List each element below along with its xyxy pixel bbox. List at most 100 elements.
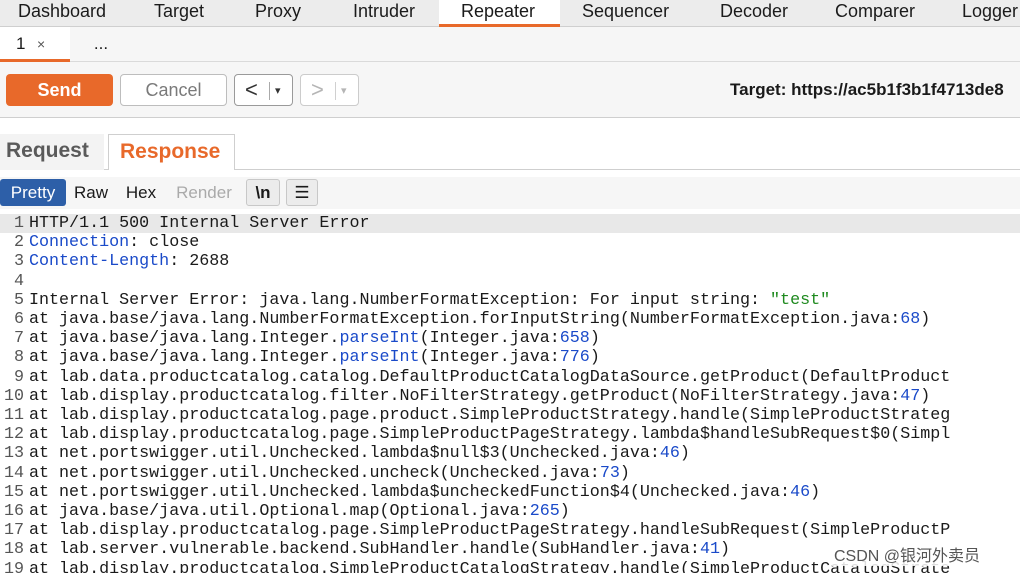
line-text: at lab.display.productcatalog.SimpleProd… xyxy=(29,560,950,573)
code-line: 2 Connection: close xyxy=(0,233,1020,252)
code-line: 10 at lab.display.productcatalog.filter.N… xyxy=(0,387,1020,406)
target-label[interactable]: Target: https://ac5b1f3b1f4713de8 xyxy=(730,80,1004,100)
code-token: at net.portswigger.util.Unchecked.lambda… xyxy=(29,482,791,502)
tab-target[interactable]: Target xyxy=(128,0,247,27)
code-token: : 2688 xyxy=(169,252,230,272)
line-number: 15 xyxy=(3,482,24,502)
line-text: at lab.display.productcatalog.page.Simpl… xyxy=(29,521,950,540)
code-token: ) xyxy=(559,502,570,521)
code-token: ) xyxy=(920,386,931,406)
code-line: 5 Internal Server Error: java.lang.Number… xyxy=(0,291,1020,310)
sub-tab-more[interactable]: ... xyxy=(70,27,132,62)
tab-intruder[interactable]: Intruder xyxy=(351,0,439,27)
line-number: 6 xyxy=(13,310,24,329)
code-token: Content-Length xyxy=(29,252,170,272)
mode-hex[interactable]: Hex xyxy=(120,179,162,206)
line-text: at java.base/java.lang.NumberFormatExcep… xyxy=(29,310,930,329)
line-text: Connection: close xyxy=(29,233,199,252)
sub-tab-1[interactable]: 1 × xyxy=(0,27,70,62)
menu-icon[interactable]: ☰ xyxy=(286,179,318,206)
tab-request[interactable]: Request xyxy=(0,134,104,170)
code-token: 73 xyxy=(599,463,620,483)
watermark: CSDN @银河外卖员 xyxy=(832,542,983,566)
code-token: ) xyxy=(619,463,630,483)
line-text: at net.portswigger.util.Unchecked.unchec… xyxy=(29,464,630,483)
line-text: at lab.server.vulnerable.backend.SubHand… xyxy=(29,540,730,559)
line-text: at lab.data.productcatalog.catalog.Defau… xyxy=(29,368,950,387)
code-token: HTTP/1.1 500 Internal Server Error xyxy=(29,214,370,233)
tab-comparer[interactable]: Comparer xyxy=(832,0,960,27)
line-text: Content-Length: 2688 xyxy=(29,252,229,271)
code-line: 15 at net.portswigger.util.Unchecked.lamb… xyxy=(0,483,1020,502)
line-number: 10 xyxy=(3,386,24,406)
code-line: 14 at net.portswigger.util.Unchecked.unch… xyxy=(0,464,1020,483)
code-token: at lab.display.productcatalog.page.Simpl… xyxy=(29,521,951,541)
divider xyxy=(269,82,270,100)
line-text: at java.base/java.util.Optional.map(Opti… xyxy=(29,502,570,521)
tab-repeater[interactable]: Repeater xyxy=(439,0,560,27)
line-text: at java.base/java.lang.Integer.parseInt(… xyxy=(29,329,600,348)
editor-mode-bar: Pretty Raw Hex Render \n ☰ xyxy=(0,177,1020,209)
close-icon[interactable]: × xyxy=(37,27,45,61)
code-token: 265 xyxy=(529,502,560,521)
code-line: 1 HTTP/1.1 500 Internal Server Error xyxy=(0,214,1020,233)
line-number: 11 xyxy=(3,406,24,425)
code-token: at lab.server.vulnerable.backend.SubHand… xyxy=(29,540,700,560)
code-token: at lab.display.productcatalog.SimpleProd… xyxy=(29,559,951,573)
tool-tabs: Dashboard Target Proxy Intruder Repeater… xyxy=(0,0,1020,27)
mode-pretty[interactable]: Pretty xyxy=(0,179,66,206)
history-forward-button[interactable]: > ▾ xyxy=(300,74,359,106)
code-token: at java.base/java.lang.NumberFormatExcep… xyxy=(29,310,901,329)
code-line: 4 xyxy=(0,272,1020,291)
tab-decoder[interactable]: Decoder xyxy=(717,0,832,27)
code-token: (Integer.java: xyxy=(419,348,560,368)
mode-render: Render xyxy=(176,183,232,202)
line-text: at net.portswigger.util.Unchecked.lambda… xyxy=(29,483,820,502)
line-number: 12 xyxy=(3,425,24,445)
code-line: 8 at java.base/java.lang.Integer.parseInt… xyxy=(0,348,1020,367)
code-token: ) xyxy=(589,348,600,368)
code-token: 47 xyxy=(900,386,921,406)
code-token: ) xyxy=(679,444,690,464)
line-number: 2 xyxy=(13,233,24,253)
code-token: 776 xyxy=(559,348,590,368)
code-line: 13 at net.portswigger.util.Unchecked.lamb… xyxy=(0,444,1020,463)
line-text: at java.base/java.lang.Integer.parseInt(… xyxy=(29,348,600,367)
line-number: 8 xyxy=(13,348,24,368)
tab-logger[interactable]: Logger xyxy=(960,0,1020,27)
newline-toggle-button[interactable]: \n xyxy=(246,179,280,206)
code-token: 41 xyxy=(699,540,720,560)
repeater-toolbar: Send Cancel < ▾ > ▾ Target: https://ac5b… xyxy=(0,62,1020,118)
chevron-left-icon: < xyxy=(245,77,258,102)
chevron-down-icon: ▾ xyxy=(341,85,347,97)
tab-response[interactable]: Response xyxy=(108,134,235,170)
code-token: at java.base/java.lang.Integer. xyxy=(29,348,340,368)
code-token: at lab.data.productcatalog.catalog.Defau… xyxy=(29,367,951,387)
line-number: 16 xyxy=(3,502,24,521)
tab-dashboard[interactable]: Dashboard xyxy=(0,0,128,27)
mode-raw[interactable]: Raw xyxy=(70,179,112,206)
code-token: "test" xyxy=(770,290,831,310)
cancel-button[interactable]: Cancel xyxy=(120,74,227,106)
line-number: 4 xyxy=(13,271,24,291)
line-number: 19 xyxy=(3,559,24,573)
sub-tab-1-label: 1 xyxy=(16,34,26,53)
send-button[interactable]: Send xyxy=(6,74,113,106)
tab-proxy[interactable]: Proxy xyxy=(247,0,351,27)
code-line: 7 at java.base/java.lang.Integer.parseInt… xyxy=(0,329,1020,348)
line-number: 17 xyxy=(3,521,24,541)
line-text: at net.portswigger.util.Unchecked.lambda… xyxy=(29,444,690,463)
tab-sequencer[interactable]: Sequencer xyxy=(560,0,717,27)
code-line: 3 Content-Length: 2688 xyxy=(0,252,1020,271)
chevron-right-icon: > xyxy=(311,77,324,102)
code-token: 46 xyxy=(659,444,680,464)
line-number: 1 xyxy=(13,214,24,233)
history-back-button[interactable]: < ▾ xyxy=(234,74,293,106)
response-editor[interactable]: 1 HTTP/1.1 500 Internal Server Error 2 Conn… xyxy=(0,214,1020,573)
line-number: 13 xyxy=(3,444,24,464)
code-token: (Integer.java: xyxy=(419,329,560,349)
code-token: at lab.display.productcatalog.filter.NoF… xyxy=(29,386,901,406)
code-token: 68 xyxy=(900,310,921,329)
divider xyxy=(335,82,336,100)
message-panel-tabs: Request Response xyxy=(0,119,1020,177)
